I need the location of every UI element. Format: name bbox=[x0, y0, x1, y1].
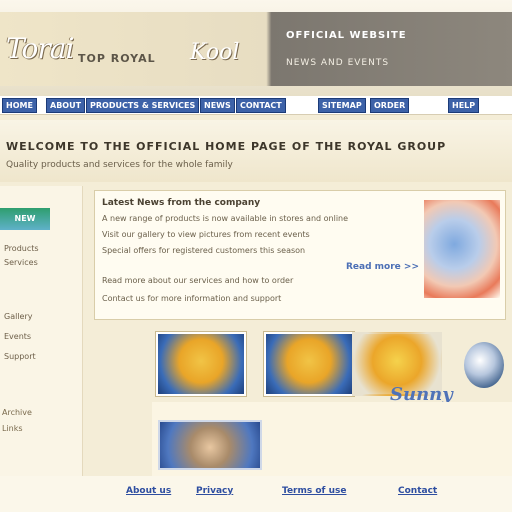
nav-item-home[interactable]: HOME bbox=[2, 98, 37, 113]
brand-emblem-icon bbox=[464, 342, 504, 388]
news-title: Latest News from the company bbox=[102, 198, 261, 208]
globe-graphic bbox=[424, 200, 500, 298]
news-line: Special offers for registered customers … bbox=[102, 246, 306, 255]
header-title: OFFICIAL WEBSITE bbox=[286, 30, 407, 41]
sidebar-link-events[interactable]: Events bbox=[4, 332, 31, 341]
nav-item-order[interactable]: ORDER bbox=[370, 98, 410, 113]
news-line: A new range of products is now available… bbox=[102, 214, 349, 223]
footer-link-privacy[interactable]: Privacy bbox=[196, 486, 233, 496]
secondary-logo[interactable]: Kool bbox=[190, 40, 239, 65]
site-tagline: TOP ROYAL bbox=[78, 52, 156, 65]
nav-item-news[interactable]: NEWS bbox=[200, 98, 235, 113]
feature-image[interactable] bbox=[158, 420, 262, 470]
nav-item-help[interactable]: HELP bbox=[448, 98, 480, 113]
sidebar-link-gallery[interactable]: Gallery bbox=[4, 312, 33, 321]
footer-link-about[interactable]: About us bbox=[126, 486, 171, 496]
banner-headline: WELCOME TO THE OFFICIAL HOME PAGE OF THE… bbox=[6, 140, 447, 153]
logo-band bbox=[0, 12, 512, 86]
sidebar-link-links[interactable]: Links bbox=[2, 424, 23, 433]
new-badge[interactable]: NEW bbox=[0, 208, 50, 230]
header-subtitle: NEWS AND EVENTS bbox=[286, 58, 390, 68]
read-more-link[interactable]: Read more >> bbox=[346, 262, 419, 272]
footer-link-terms[interactable]: Terms of use bbox=[282, 486, 346, 496]
banner-subline: Quality products and services for the wh… bbox=[6, 160, 233, 170]
sidebar-link-archive[interactable]: Archive bbox=[2, 408, 32, 417]
product-image[interactable] bbox=[264, 332, 354, 396]
news-line: Visit our gallery to view pictures from … bbox=[102, 230, 310, 239]
nav-item-contact[interactable]: CONTACT bbox=[236, 98, 286, 113]
news-line: Contact us for more information and supp… bbox=[102, 294, 282, 303]
sidebar-link-support[interactable]: Support bbox=[4, 352, 36, 361]
sidebar-link-products[interactable]: Products bbox=[4, 244, 39, 253]
nav-item-products[interactable]: PRODUCTS & SERVICES bbox=[86, 98, 200, 113]
left-sidebar bbox=[0, 186, 83, 512]
news-line: Read more about our services and how to … bbox=[102, 276, 294, 285]
footer-link-contact[interactable]: Contact bbox=[398, 486, 437, 496]
sidebar-link-services[interactable]: Services bbox=[4, 258, 38, 267]
site-logo[interactable]: Torai bbox=[6, 32, 74, 65]
product-image[interactable] bbox=[156, 332, 246, 396]
nav-item-sitemap[interactable]: SITEMAP bbox=[318, 98, 366, 113]
nav-item-about[interactable]: ABOUT bbox=[46, 98, 86, 113]
